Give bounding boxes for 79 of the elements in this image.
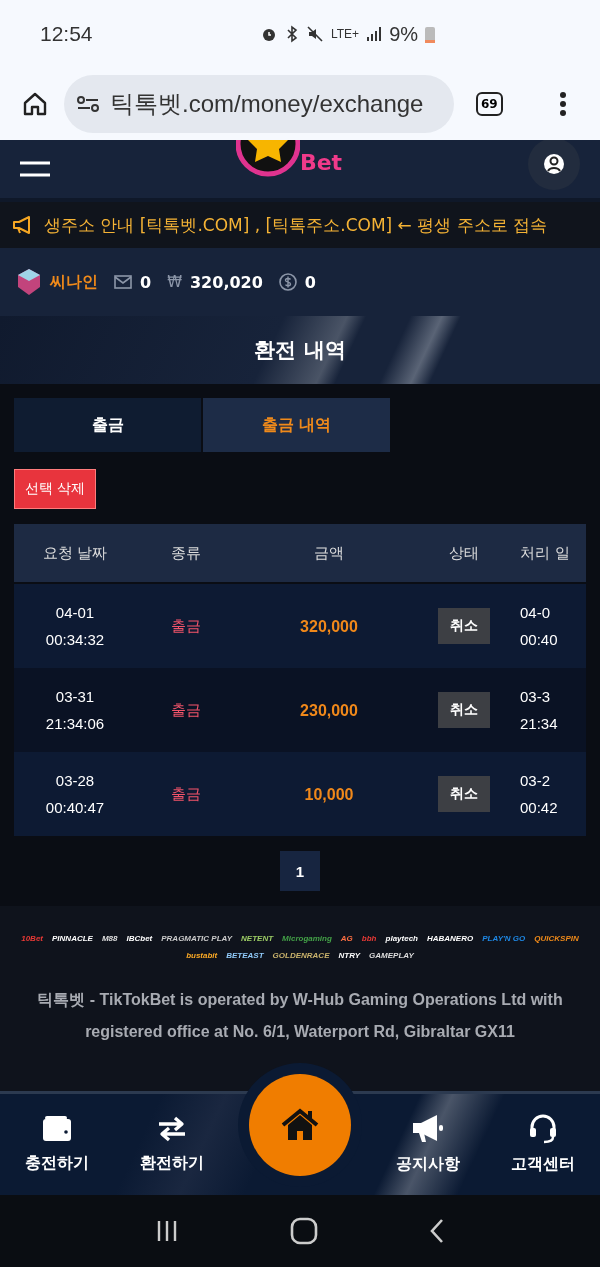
provider-logo: bbh — [361, 933, 377, 945]
mute-icon — [306, 25, 324, 43]
company-info: 틱톡벳 - TikTokBet is operated by W-Hub Gaming Operations Ltd with registered office at No. 6/1, Waterport Rd, Gibraltar GX11 — [36, 990, 564, 1042]
nav-item[interactable]: 공지사항 — [380, 1114, 477, 1175]
provider-logo: playtech — [385, 933, 418, 945]
battery-icon — [425, 25, 436, 43]
signal-icon — [366, 26, 383, 42]
column-header: 종류 — [170, 543, 202, 563]
provider-logo: PINNACLE — [52, 933, 93, 945]
url-text: 틱톡벳.com/money/exchange — [110, 89, 424, 119]
provider-logo: PLAY'N GO — [482, 933, 526, 945]
provider-logo: IBCbet — [126, 933, 153, 945]
address-field[interactable]: 틱톡벳.com/money/exchange — [64, 75, 454, 133]
provider-logo: M88 — [101, 933, 118, 945]
provider-logo: QUICKSPIN — [534, 933, 579, 945]
amount-cell-text: 10,000 — [303, 784, 355, 805]
column-header: 금액 — [313, 543, 345, 563]
provider-logo: bustabit — [186, 950, 218, 962]
provider-logo: HABANERO — [427, 933, 474, 945]
processed-cell-text: 04-0 00:40 — [519, 603, 559, 650]
provider-logo: NETENT — [241, 933, 274, 945]
column-header: 요청 날짜 — [41, 543, 109, 563]
home-icon — [280, 1107, 319, 1142]
nav-item[interactable]: 충전하기 — [9, 1115, 106, 1174]
tab[interactable]: 출금 내역 — [203, 398, 390, 452]
coin-icon — [278, 273, 297, 291]
user-icon — [543, 153, 565, 175]
menu-icon[interactable] — [20, 160, 50, 178]
avatar-icon — [16, 268, 42, 296]
processed-cell-text: 03-3 21:34 — [519, 687, 559, 734]
balance: 320,020 — [190, 272, 263, 292]
provider-logo: PRAGMATIC PLAY — [161, 933, 233, 945]
profile-button[interactable] — [528, 140, 580, 190]
tab-count[interactable]: 69 — [476, 92, 503, 116]
date-cell-text: 04-01 00:34:32 — [44, 603, 106, 650]
megaphone-icon — [411, 1114, 446, 1144]
type-cell-text: 출금 — [170, 699, 202, 721]
provider-logo: GOLDENRACE — [272, 950, 330, 962]
provider-logo: NTRY — [338, 950, 361, 962]
back-icon[interactable] — [428, 1218, 445, 1244]
cancel-button[interactable]: 취소 — [438, 776, 490, 812]
tab[interactable]: 출금 — [14, 398, 201, 452]
type-cell-text: 출금 — [170, 615, 202, 637]
user-name[interactable]: 씨나인 — [50, 271, 98, 293]
page-button[interactable]: 1 — [280, 851, 320, 891]
provider-logo: 10Bet — [21, 933, 43, 945]
currency-sign: ₩ — [167, 273, 182, 291]
type-cell-text: 출금 — [170, 783, 202, 805]
date-cell-text: 03-28 00:40:47 — [44, 771, 106, 818]
provider-logo: GAMEPLAY — [369, 950, 414, 962]
provider-logo: AG — [340, 933, 353, 945]
provider-logo: BETEAST — [226, 950, 264, 962]
column-header: 상태 — [448, 543, 480, 563]
nav-item[interactable]: 고객센터 — [494, 1114, 591, 1175]
cancel-button[interactable]: 취소 — [438, 608, 490, 644]
home-nav-icon[interactable] — [290, 1217, 318, 1245]
amount-cell-text: 230,000 — [299, 700, 359, 721]
battery-percent: 9% — [389, 22, 419, 46]
cancel-button[interactable]: 취소 — [438, 692, 490, 728]
bluetooth-icon — [285, 25, 299, 43]
point-count: 0 — [304, 272, 316, 292]
network-label: LTE+ — [331, 27, 360, 41]
delete-button[interactable]: 선택 삭제 — [14, 469, 97, 509]
message-count: 0 — [140, 272, 152, 292]
home-icon[interactable] — [22, 91, 48, 117]
nav-item[interactable]: 환전하기 — [123, 1115, 220, 1174]
logo-text: Bet — [299, 152, 343, 174]
amount-cell-text: 320,000 — [299, 616, 359, 637]
status-time: 12:54 — [40, 22, 94, 46]
site-settings-icon[interactable] — [76, 94, 100, 114]
more-icon[interactable] — [558, 91, 567, 117]
wallet-icon — [41, 1115, 74, 1143]
mail-icon[interactable] — [114, 275, 132, 289]
date-cell-text: 03-31 21:34:06 — [44, 687, 106, 734]
processed-cell-text: 03-2 00:42 — [519, 771, 559, 818]
page-title: 환전 내역 — [254, 337, 346, 364]
notice-text: 생주소 안내 [틱톡벳.COM] , [틱톡주소.COM] ← 평생 주소로 접속 — [44, 213, 548, 237]
column-header: 처리 일 — [519, 543, 571, 563]
provider-logo: Microgaming — [282, 933, 332, 945]
